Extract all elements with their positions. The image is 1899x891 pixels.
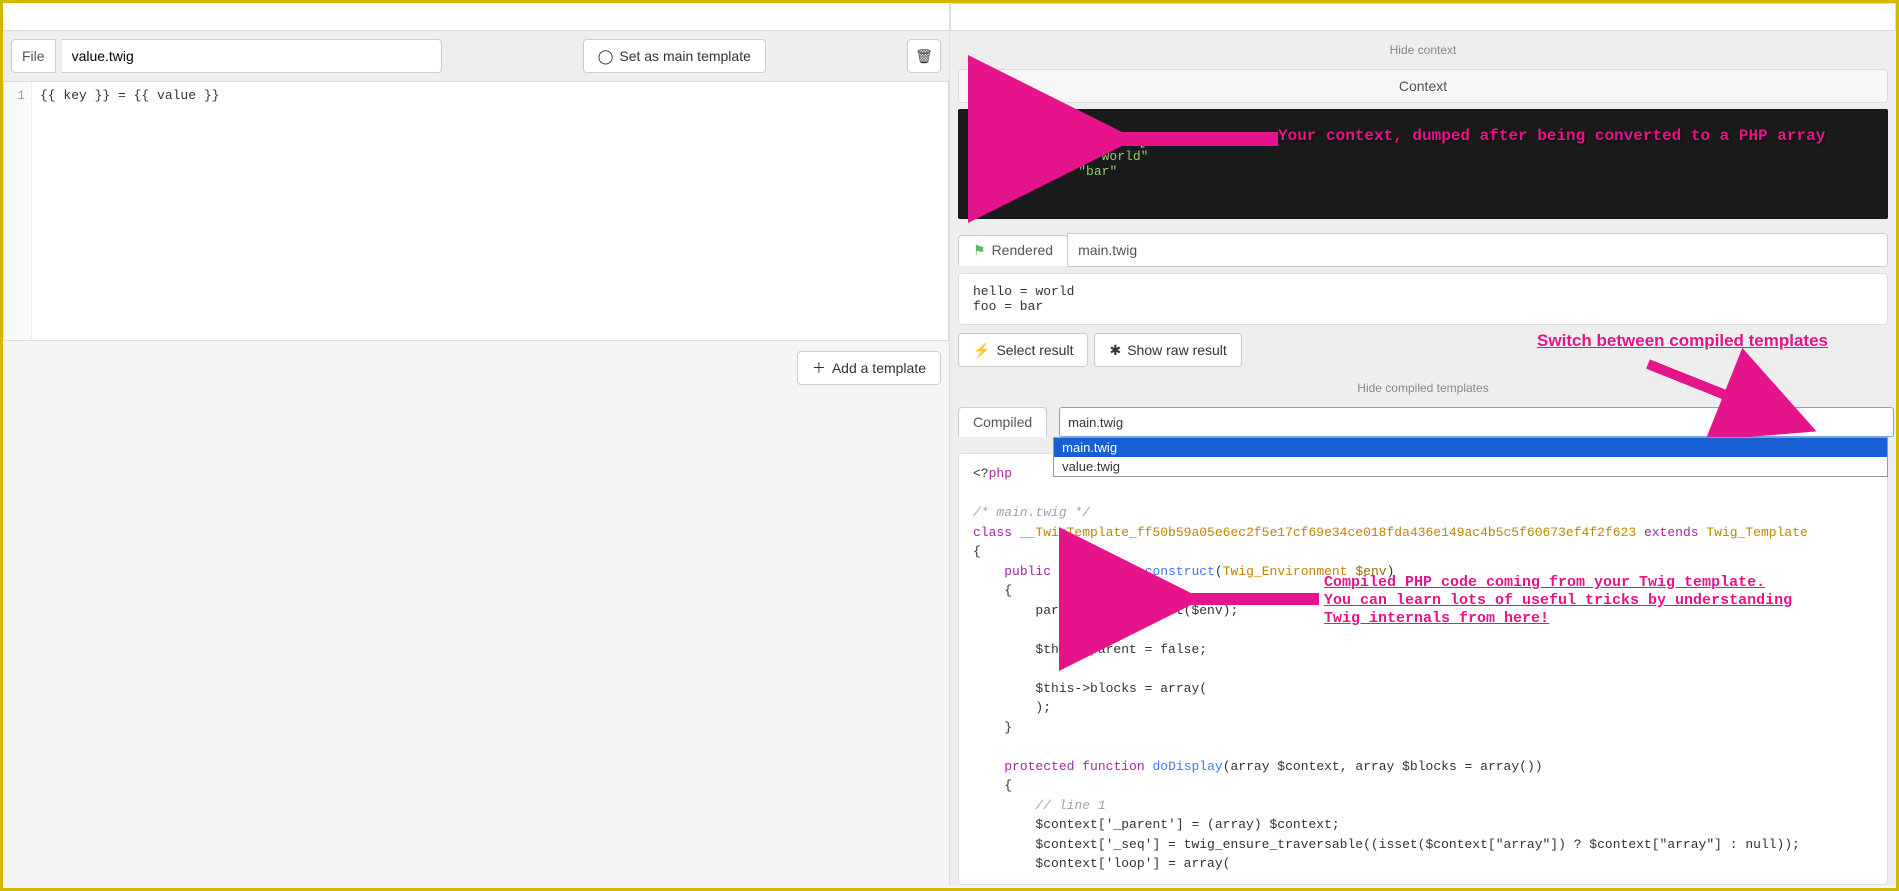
file-label: File: [11, 39, 56, 73]
compiled-template-select[interactable]: [1059, 407, 1894, 437]
file-toolbar: File ◯ Set as main template 🗑: [3, 31, 949, 81]
compiled-tab[interactable]: Compiled: [958, 407, 1047, 437]
hide-compiled-link[interactable]: Hide compiled templates: [950, 375, 1896, 401]
dropdown-option-main[interactable]: main.twig: [1054, 438, 1887, 457]
bolt-icon: ⚡: [973, 342, 990, 359]
compiled-code: <?<?phpphp /* main.twig */ class __TwigT…: [958, 453, 1888, 885]
file-name-input[interactable]: [62, 39, 442, 73]
compiled-dropdown: main.twig value.twig: [1053, 437, 1888, 477]
dropdown-option-value[interactable]: value.twig: [1054, 457, 1887, 476]
context-header: Context: [958, 69, 1888, 103]
add-template-label: Add a template: [832, 360, 926, 376]
rendered-tab[interactable]: ⚑ Rendered: [958, 235, 1068, 266]
show-raw-result-button[interactable]: ✱ Show raw result: [1094, 333, 1241, 367]
flag-icon: ⚑: [973, 242, 986, 259]
set-main-template-button[interactable]: ◯ Set as main template: [583, 39, 766, 73]
code-content: {{ key }} = {{ value }}: [32, 82, 227, 340]
gutter: 1: [4, 82, 32, 340]
rendered-filename: main.twig: [1067, 233, 1888, 267]
trash-icon: 🗑: [915, 48, 933, 65]
stop-icon: ◯: [598, 48, 614, 65]
switch-annotation: Switch between compiled templates: [1537, 331, 1828, 351]
plus-icon: ＋: [812, 358, 826, 378]
delete-template-button[interactable]: 🗑: [907, 39, 941, 73]
add-template-button[interactable]: ＋ Add a template: [797, 351, 941, 385]
select-result-button[interactable]: ⚡ Select result: [958, 333, 1088, 367]
context-dump: array:1 [▼ "array" => array:2 [▼ "hello"…: [958, 109, 1888, 219]
hide-context-link[interactable]: Hide context: [950, 37, 1896, 63]
asterisk-icon: ✱: [1109, 342, 1121, 359]
set-main-label: Set as main template: [619, 48, 751, 64]
rendered-output: hello = world foo = bar: [958, 273, 1888, 325]
template-code-editor[interactable]: 1 {{ key }} = {{ value }}: [3, 81, 949, 341]
